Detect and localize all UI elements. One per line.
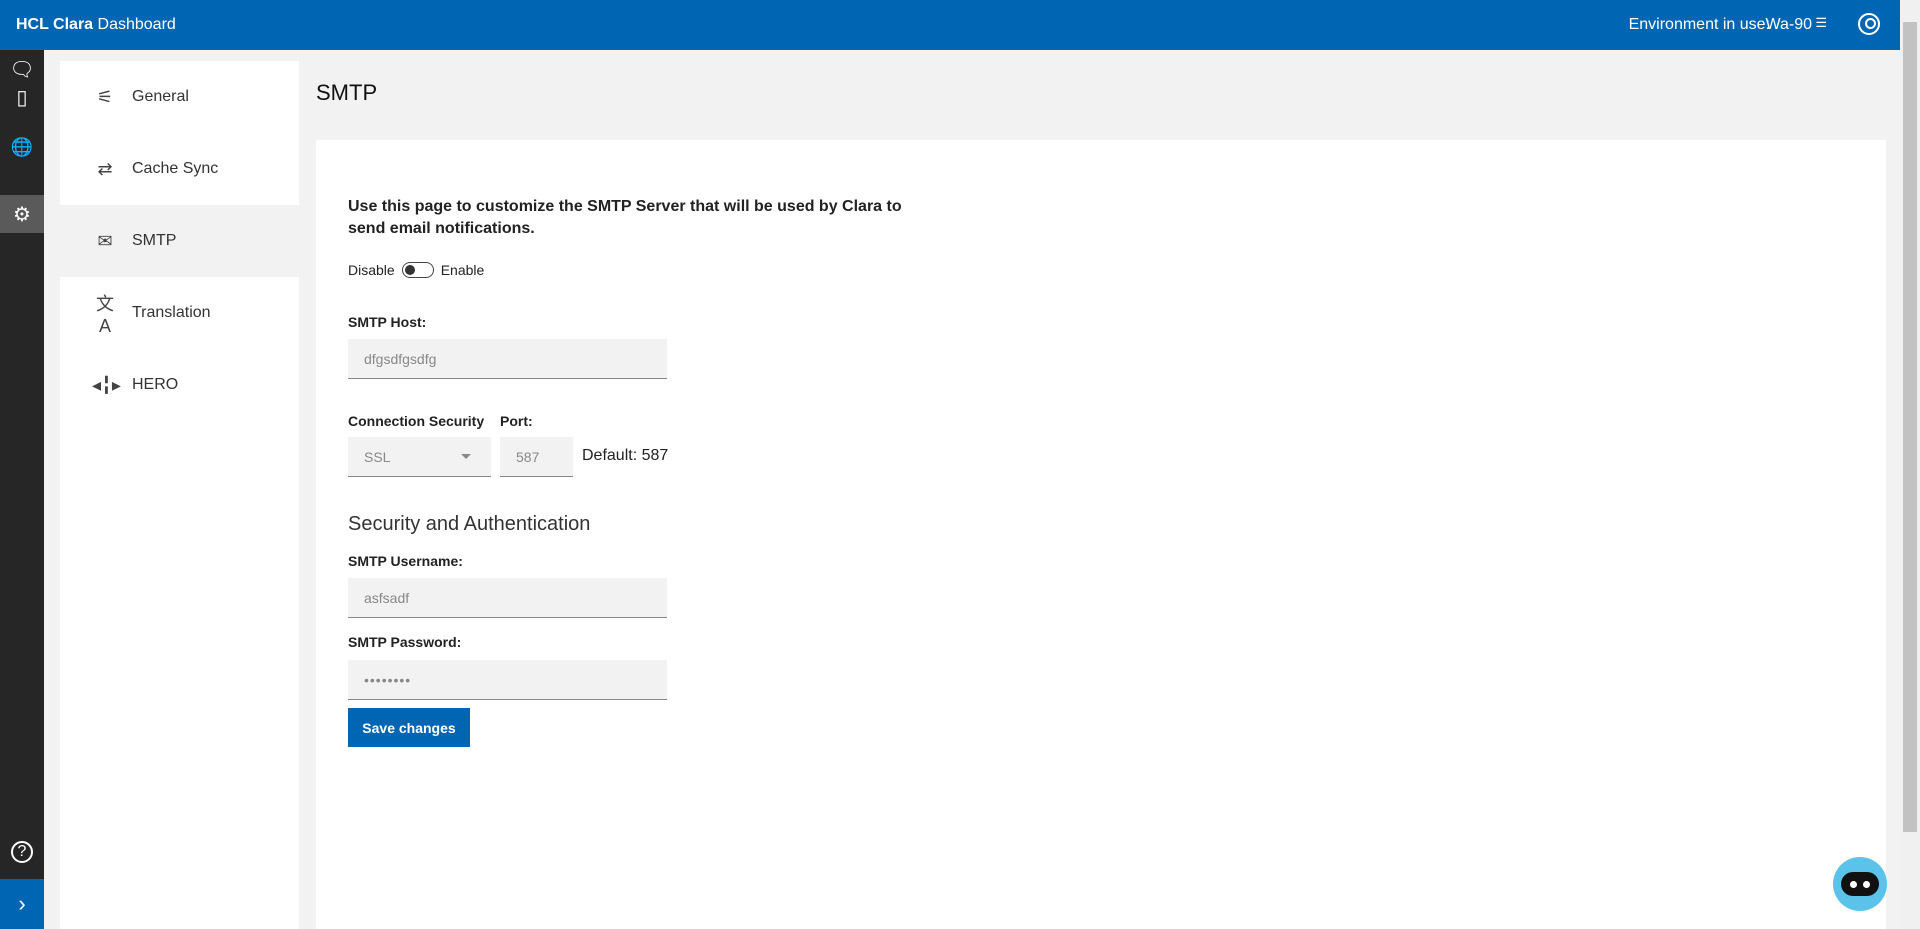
nav-label: General — [132, 88, 189, 105]
nav-label: HERO — [132, 376, 179, 393]
nav-item-cache-sync[interactable]: ⇄ Cache Sync — [60, 133, 299, 205]
smtp-username-label: SMTP Username: — [348, 553, 463, 569]
auth-heading: Security and Authentication — [348, 513, 591, 535]
nav-label: SMTP — [132, 232, 177, 249]
nav-label: Translation — [132, 304, 211, 321]
settings-nav: ⚟ General ⇄ Cache Sync ✉ SMTP 文A Translation… — [60, 61, 299, 929]
nav-item-smtp[interactable]: ✉ SMTP — [60, 205, 299, 277]
user-circle-icon[interactable] — [1858, 13, 1880, 35]
nav-item-general[interactable]: ⚟ General — [60, 61, 299, 133]
toggle-on-label: Enable — [440, 262, 485, 278]
chevron-right-icon[interactable]: › — [0, 879, 44, 929]
mail-forward-icon: ✉ — [97, 230, 113, 251]
scrollbar-thumb[interactable] — [1903, 22, 1917, 832]
hero-icon: ◂╏▸ — [92, 374, 121, 395]
port-input[interactable] — [500, 437, 573, 477]
smtp-toggle-row: Disable Enable — [348, 262, 484, 278]
port-label: Port: — [500, 413, 533, 429]
security-value: SSL — [364, 449, 391, 465]
smtp-host-input[interactable] — [348, 339, 667, 379]
toggle-off-label: Disable — [348, 262, 395, 278]
environment-value[interactable]: Wa-90 — [1765, 16, 1812, 34]
server-icon[interactable]: ☰ — [1815, 15, 1827, 31]
smtp-username-input[interactable] — [348, 578, 667, 618]
icon-rail: 🗨 ▯ 🌐 ⚙ ? › — [0, 50, 44, 929]
environment-label: Environment in use: — [1628, 16, 1770, 33]
sync-arrows-icon: ⇄ — [97, 158, 113, 179]
nav-item-translation[interactable]: 文A Translation — [60, 277, 299, 349]
gear-icon[interactable]: ⚙ — [0, 195, 44, 233]
smtp-password-label: SMTP Password: — [348, 634, 462, 650]
brand-bold: HCL Clara — [16, 16, 94, 33]
globe-settings-icon[interactable]: 🌐 — [0, 128, 44, 166]
sliders-icon: ⚟ — [96, 86, 114, 107]
caret-down-icon — [461, 454, 471, 459]
smtp-password-input[interactable]: •••••••• — [348, 660, 667, 700]
help-icon[interactable]: ? — [0, 833, 44, 871]
connection-security-label: Connection Security — [348, 413, 485, 429]
nav-label: Cache Sync — [132, 160, 219, 177]
chatbot-avatar-icon[interactable] — [1833, 857, 1887, 911]
save-changes-button[interactable]: Save changes — [348, 708, 470, 747]
app-title: HCL Clara Dashboard — [16, 16, 176, 34]
smtp-form-card: Use this page to customize the SMTP Serv… — [316, 140, 1886, 929]
page-title: SMTP — [316, 80, 378, 105]
smtp-host-label: SMTP Host: — [348, 314, 427, 330]
port-default-text: Default: 587 — [582, 447, 669, 464]
connection-security-select[interactable]: SSL — [348, 437, 491, 477]
translate-icon: 文A — [96, 293, 114, 336]
bot-face — [1841, 872, 1879, 896]
page-scrollbar[interactable] — [1900, 0, 1920, 929]
contact-card-icon[interactable]: ▯ — [0, 78, 44, 116]
smtp-enable-toggle[interactable] — [401, 262, 434, 278]
brand-rest: Dashboard — [97, 16, 176, 33]
app-header: HCL Clara Dashboard Environment in use: … — [0, 0, 1900, 50]
nav-item-hero[interactable]: ◂╏▸ HERO — [60, 349, 299, 421]
page-description: Use this page to customize the SMTP Serv… — [348, 198, 902, 237]
